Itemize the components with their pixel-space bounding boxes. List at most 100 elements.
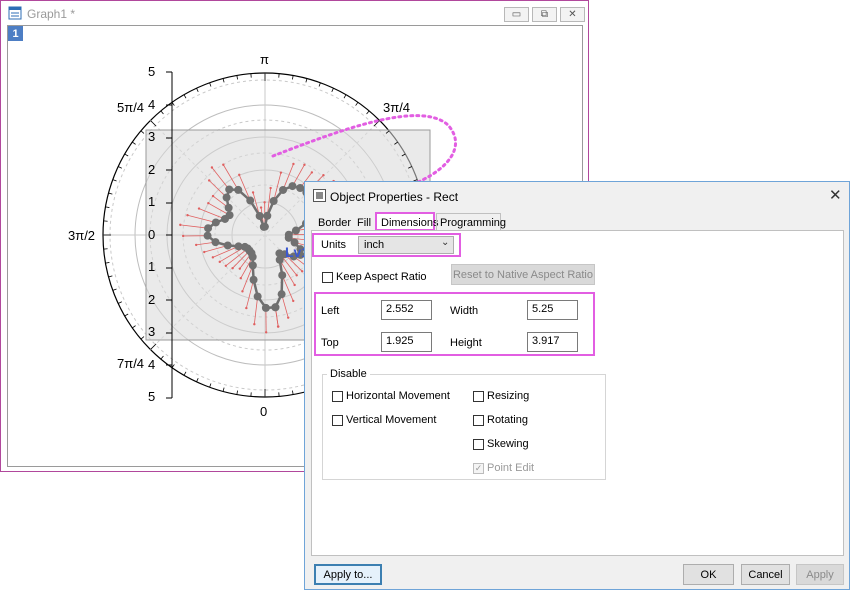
rotating-label: Rotating (487, 414, 528, 426)
tab-fill[interactable]: Fill (357, 215, 371, 231)
resizing-checkbox[interactable] (473, 391, 484, 402)
data-point (225, 185, 234, 194)
error-bar-cap (295, 274, 298, 277)
radial-tick-label: 3 (148, 129, 156, 144)
tab-dimensions[interactable]: Dimensions (381, 215, 438, 231)
outer-ring-tick (222, 387, 225, 392)
outer-ring-tick (222, 78, 225, 83)
outer-ring-tick (355, 102, 359, 106)
outer-ring-tick (105, 262, 110, 264)
skewing-label: Skewing (487, 438, 529, 450)
outer-ring-tick (343, 94, 347, 99)
dialog-close-icon[interactable]: ✕ (829, 186, 842, 204)
error-bar-cap (181, 234, 185, 238)
resizing-label: Resizing (487, 390, 530, 402)
radial-tick-label: 5 (148, 389, 156, 404)
cancel-button[interactable]: Cancel (741, 564, 790, 585)
angle-label-7pi4: 7π/4 (117, 356, 145, 371)
tab-programming[interactable]: Programming (440, 215, 506, 231)
left-label: Left (321, 305, 340, 317)
radial-tick-label: 4 (148, 356, 156, 372)
width-label: Width (450, 305, 479, 317)
error-bar-cap (322, 173, 325, 177)
data-point (263, 211, 272, 220)
horizontal-movement-checkbox[interactable] (332, 391, 343, 402)
horizontal-movement-label: Horizontal Movement (346, 390, 450, 402)
height-field[interactable]: 3.917 (527, 332, 578, 352)
error-bar-cap (269, 186, 272, 190)
angle-label-0: 0 (260, 404, 268, 419)
outer-ring-tick (236, 75, 238, 80)
rotating-checkbox[interactable] (473, 415, 484, 426)
radial-tick-label: 0 (148, 226, 156, 242)
error-bar-cap (186, 214, 189, 217)
error-bar-cap (203, 250, 206, 254)
error-bar-cap (303, 163, 306, 167)
outer-ring-tick (209, 383, 212, 388)
width-field[interactable]: 5.25 (527, 300, 578, 320)
keep-aspect-ratio-checkbox[interactable] (322, 272, 333, 283)
error-bar-cap (194, 243, 198, 247)
chevron-down-icon: ⌄ (441, 237, 450, 248)
error-bar-cap (245, 306, 248, 310)
units-dropdown[interactable]: inch ⌄ (358, 236, 454, 254)
top-field[interactable]: 1.925 (381, 332, 432, 352)
outer-ring-tick (105, 206, 110, 208)
point-edit-checkbox[interactable]: ✓ (473, 463, 484, 474)
data-point (249, 275, 258, 284)
outer-ring-tick (150, 120, 157, 127)
outer-ring-tick (112, 288, 117, 291)
data-point (288, 182, 297, 191)
data-point (277, 290, 286, 299)
data-point (269, 197, 278, 206)
apply-to-button[interactable]: Apply to... (314, 564, 382, 585)
outer-ring-tick (292, 75, 294, 80)
data-point (261, 303, 270, 312)
reset-aspect-ratio-label: Reset to Native Aspect Ratio (452, 268, 593, 281)
outer-ring-tick (160, 110, 164, 115)
error-bar-cap (263, 201, 266, 204)
data-point (275, 255, 284, 264)
error-bar-cap (224, 264, 228, 268)
ok-label: OK (700, 568, 717, 581)
data-point (234, 185, 243, 194)
angle-label-pi: π (260, 52, 269, 67)
data-point (279, 185, 288, 194)
top-label: Top (321, 337, 339, 349)
outer-ring-tick (196, 88, 199, 92)
object-properties-dialog: Object Properties - Rect ✕ Border Fill D… (304, 181, 850, 590)
data-point (253, 292, 262, 301)
radial-tick-label: 2 (148, 291, 156, 307)
reset-aspect-ratio-button[interactable]: Reset to Native Aspect Ratio (451, 264, 595, 285)
radial-tick-label: 4 (148, 96, 156, 112)
error-bar-cap (264, 331, 268, 334)
data-point (291, 226, 300, 235)
cancel-label: Cancel (748, 568, 783, 581)
outer-ring-tick (366, 110, 370, 115)
outer-ring-tick (112, 179, 117, 182)
disable-group-label: Disable (327, 368, 370, 380)
outer-ring-tick (118, 166, 122, 169)
ok-button[interactable]: OK (683, 564, 734, 585)
error-bar-cap (218, 260, 221, 264)
skewing-checkbox[interactable] (473, 439, 484, 450)
outer-ring-tick (140, 336, 145, 340)
data-point (222, 193, 231, 202)
apply-button[interactable]: Apply (796, 564, 844, 585)
tab-border[interactable]: Border (318, 215, 351, 231)
vertical-movement-checkbox[interactable] (332, 415, 343, 426)
error-bar-cap (300, 270, 304, 273)
error-bar-cap (210, 166, 214, 169)
data-point (260, 222, 269, 231)
data-point (234, 242, 243, 251)
data-point (255, 211, 264, 220)
outer-ring-tick (150, 343, 157, 350)
error-bar-cap (259, 206, 263, 209)
units-label: Units (321, 239, 347, 251)
outer-ring-tick (108, 192, 113, 195)
outer-ring-tick (196, 378, 199, 382)
left-field[interactable]: 2.552 (381, 300, 432, 320)
error-bar-cap (292, 162, 295, 166)
error-bar-cap (276, 325, 280, 328)
units-value: inch (364, 239, 385, 251)
